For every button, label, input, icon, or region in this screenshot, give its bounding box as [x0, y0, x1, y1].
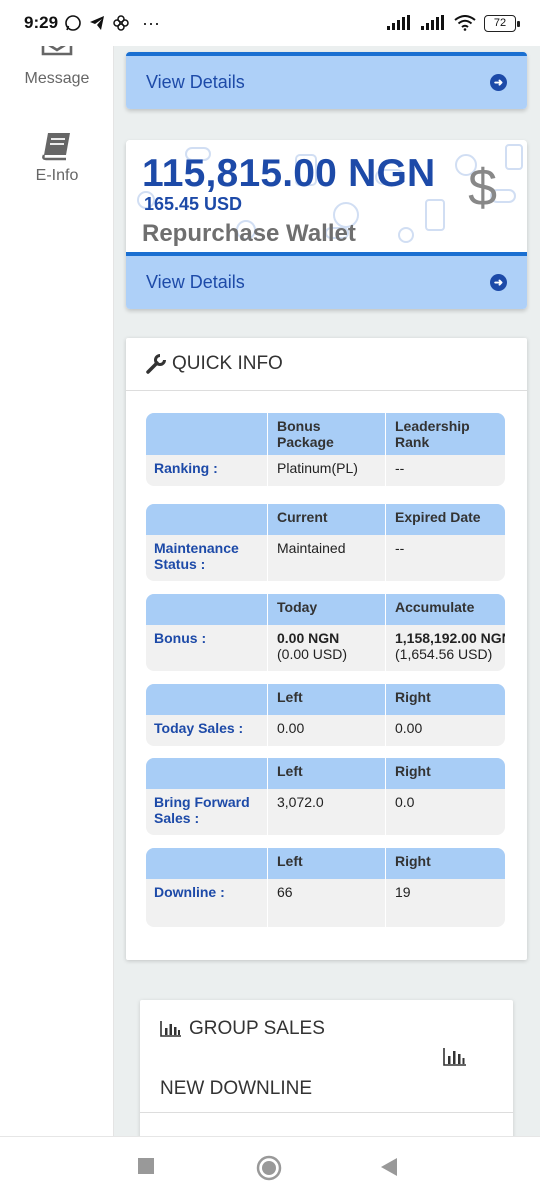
expired-date-value: -- — [385, 535, 505, 581]
bring-forward-right-value: 0.0 — [385, 789, 505, 835]
bonus-today-usd: (0.00 USD) — [277, 646, 348, 662]
maintenance-current-value: Maintained — [267, 535, 385, 581]
bonus-accumulate-usd: (1,654.56 USD) — [395, 646, 493, 662]
back-triangle-icon[interactable] — [380, 1157, 398, 1177]
column-header: Bonus Package — [267, 413, 385, 455]
arrow-right-circle-icon: ➜ — [490, 74, 507, 91]
sidebar-item-label: E-Info — [35, 167, 79, 184]
column-header: Today — [267, 594, 385, 625]
wifi-icon — [454, 15, 476, 31]
view-details-label: View Details — [146, 272, 245, 292]
sidebar-item-message[interactable]: Message — [0, 40, 114, 88]
table-header: Left Right — [146, 684, 505, 715]
column-header: Current — [267, 504, 385, 535]
table-header: Bonus Package Leadership Rank — [146, 413, 505, 455]
info-table-bonus: Today Accumulate Bonus : 0.00 NGN (0.00 … — [146, 594, 505, 671]
info-table-maintenance: Current Expired Date Maintenance Status … — [146, 504, 505, 581]
info-table-bring-forward-sales: Left Right Bring Forward Sales : 3,072.0… — [146, 758, 505, 835]
downline-left-value: 66 — [267, 879, 385, 927]
group-sales-title: GROUP SALES — [189, 1018, 325, 1039]
divider — [140, 1112, 513, 1113]
wrench-icon — [146, 354, 166, 374]
bonus-accumulate-ngn: 1,158,192.00 NGN — [395, 630, 505, 646]
today-sales-right-value: 0.00 — [385, 715, 505, 746]
column-header: Left — [267, 684, 385, 715]
info-table-today-sales: Left Right Today Sales : 0.00 0.00 — [146, 684, 505, 746]
table-row: Bonus : 0.00 NGN (0.00 USD) 1,158,192.00… — [146, 625, 505, 671]
arrow-right-circle-icon: ➜ — [490, 274, 507, 291]
whatsapp-icon — [65, 15, 81, 31]
view-details-label: View Details — [146, 72, 245, 92]
wallet-title: Repurchase Wallet — [142, 220, 356, 247]
bonus-today-value: 0.00 NGN (0.00 USD) — [267, 625, 385, 671]
table-header: Current Expired Date — [146, 504, 505, 535]
wallet-amount: 115,815.00 NGN — [142, 152, 436, 195]
bonus-today-ngn: 0.00 NGN — [277, 630, 340, 646]
table-row: Ranking : Platinum(PL) -- — [146, 455, 505, 486]
table-header: Today Accumulate — [146, 594, 505, 625]
table-row: Maintenance Status : Maintained -- — [146, 535, 505, 581]
column-header: Left — [267, 758, 385, 789]
bring-forward-left-value: 3,072.0 — [267, 789, 385, 835]
battery-icon: 72 — [484, 14, 520, 32]
column-header: Accumulate — [385, 594, 505, 625]
table-row: Today Sales : 0.00 0.00 — [146, 715, 505, 746]
info-table-ranking: Bonus Package Leadership Rank Ranking : … — [146, 413, 505, 486]
signal-icon — [387, 15, 410, 30]
row-label: Bonus : — [154, 630, 207, 646]
row-label: Ranking : — [154, 460, 218, 476]
signal-icon-2 — [421, 15, 444, 30]
quick-info-title: QUICK INFO — [172, 353, 283, 374]
wallet-summary: 115,815.00 NGN 165.45 USD Repurchase Wal… — [126, 140, 527, 252]
column-header: Right — [385, 848, 505, 879]
view-details-button[interactable]: View Details ➜ — [126, 252, 527, 309]
dollar-icon: $ — [468, 159, 497, 217]
row-label: Today Sales : — [154, 720, 244, 736]
row-label: Downline : — [154, 884, 225, 900]
bar-chart-icon — [160, 1021, 181, 1037]
bonus-package-value: Platinum(PL) — [267, 455, 385, 486]
status-bar: 9:29 ··· 72 — [0, 0, 540, 46]
leadership-rank-value: -- — [385, 455, 505, 486]
telegram-icon — [90, 16, 105, 30]
downline-right-value: 19 — [385, 879, 505, 927]
info-table-downline: Left Right Downline : 66 19 — [146, 848, 505, 927]
today-sales-left-value: 0.00 — [267, 715, 385, 746]
group-sales-header: GROUP SALES — [160, 1018, 325, 1040]
quick-info-card: QUICK INFO Bonus Package Leadership Rank… — [126, 338, 527, 960]
column-header: Right — [385, 684, 505, 715]
sidebar-item-e-info[interactable]: E-Info — [0, 131, 114, 185]
wallet-card-repurchase: 115,815.00 NGN 165.45 USD Repurchase Wal… — [126, 140, 527, 309]
bonus-accumulate-value: 1,158,192.00 NGN (1,654.56 USD) — [385, 625, 505, 671]
book-icon — [42, 133, 70, 161]
column-header: Leadership Rank — [385, 413, 505, 455]
row-label: Bring Forward Sales : — [154, 794, 250, 826]
wallet-card-previous: View Details ➜ — [126, 52, 527, 109]
column-header: Right — [385, 758, 505, 789]
column-header: Left — [267, 848, 385, 879]
sidebar: Message E-Info — [0, 40, 114, 1136]
wallet-usd-amount: 165.45 USD — [144, 194, 243, 214]
pinwheel-icon — [113, 15, 129, 31]
group-sales-card: GROUP SALES NEW DOWNLINE — [140, 1000, 513, 1136]
quick-info-header: QUICK INFO — [126, 338, 527, 391]
system-navigation-bar — [0, 1136, 540, 1200]
bar-chart-icon[interactable] — [443, 1048, 467, 1066]
recents-square-icon[interactable] — [137, 1157, 155, 1175]
table-header: Left Right — [146, 758, 505, 789]
sidebar-item-label: Message — [24, 70, 90, 87]
main-content: View Details ➜ 115,815.00 NGN 165.45 USD… — [114, 46, 540, 1136]
column-header: Expired Date — [385, 504, 505, 535]
table-header: Left Right — [146, 848, 505, 879]
table-row: Downline : 66 19 — [146, 879, 505, 927]
view-details-button[interactable]: View Details ➜ — [126, 52, 527, 109]
new-downline-heading: NEW DOWNLINE — [160, 1078, 312, 1099]
table-row: Bring Forward Sales : 3,072.0 0.0 — [146, 789, 505, 835]
home-circle-icon[interactable] — [256, 1155, 282, 1181]
row-label: Maintenance Status : — [154, 540, 239, 572]
status-time: 9:29 — [24, 13, 59, 32]
more-notifications-icon: ··· — [142, 12, 161, 33]
